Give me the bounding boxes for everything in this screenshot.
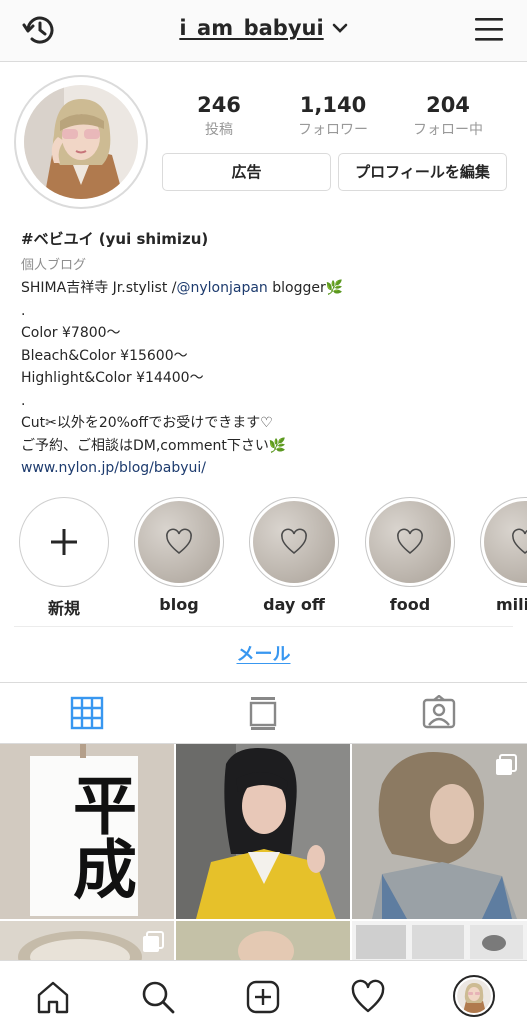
highlight-item[interactable]: day off — [248, 497, 340, 614]
multiple-photos-icon — [143, 931, 164, 952]
bio-line-2: Color ¥7800〜 — [21, 325, 121, 341]
highlight-cover — [369, 501, 451, 583]
followers-stat[interactable]: 1,140 フォロワー — [278, 93, 388, 139]
followers-label: フォロワー — [298, 122, 368, 138]
highlight-new-ring — [19, 497, 109, 587]
bio-line-1-text: SHIMA吉祥寺 Jr.stylist / — [21, 280, 177, 296]
highlight-ring — [365, 497, 455, 587]
username-title[interactable]: i_am_babyui — [179, 16, 323, 40]
hamburger-menu-icon[interactable] — [473, 13, 505, 45]
followers-count: 1,140 — [299, 93, 367, 117]
highlight-ring — [134, 497, 224, 587]
grid-post[interactable] — [352, 744, 527, 919]
post-calligraphy-text: 平成 — [62, 772, 137, 900]
heart-outline-icon — [397, 528, 423, 554]
username-switcher[interactable]: i_am_babyui — [0, 16, 527, 40]
heart-outline-icon — [166, 528, 192, 554]
profile-avatar[interactable] — [14, 75, 148, 209]
highlight-cover — [138, 501, 220, 583]
grid-post[interactable] — [352, 921, 527, 960]
tagged-person-icon[interactable] — [421, 695, 457, 731]
display-name: #ベビユイ (yui shimizu) — [21, 230, 209, 248]
bio-line-5: Cut✂以外を20%offでお受けできます♡ — [21, 415, 273, 431]
highlight-label: mili — [496, 595, 527, 614]
highlight-ring — [249, 497, 339, 587]
highlight-cover — [484, 501, 527, 583]
bio-dot-2: . — [21, 392, 26, 409]
grid-post[interactable] — [176, 921, 350, 960]
highlight-item[interactable]: blog — [133, 497, 225, 614]
email-button[interactable]: メール — [0, 640, 527, 666]
add-post-icon[interactable] — [245, 979, 281, 1015]
profile-bio: #ベビユイ (yui shimizu) 個人ブログ SHIMA吉祥寺 Jr.st… — [21, 228, 511, 480]
website-link[interactable]: www.nylon.jp/blog/babyui/ — [21, 457, 511, 480]
mention-link[interactable]: @nylonjapan — [177, 280, 268, 296]
posts-grid: 平成 — [0, 744, 527, 960]
profile-tabs — [0, 682, 527, 744]
profile-category: 個人ブログ — [21, 257, 87, 273]
bio-line-1-suffix: blogger🌿 — [267, 280, 344, 296]
highlight-item[interactable]: food — [364, 497, 456, 614]
highlight-label: day off — [263, 595, 325, 614]
grid-post[interactable]: 平成 — [0, 744, 174, 919]
heart-icon[interactable] — [350, 979, 386, 1015]
following-label: フォロー中 — [413, 122, 483, 138]
following-stat[interactable]: 204 フォロー中 — [393, 93, 503, 139]
search-icon[interactable] — [140, 979, 176, 1015]
multiple-photos-icon — [496, 754, 517, 775]
edit-profile-button[interactable]: プロフィールを編集 — [338, 153, 507, 191]
bio-line-4: Highlight&Color ¥14400〜 — [21, 370, 204, 386]
highlight-label: food — [389, 595, 431, 614]
following-count: 204 — [426, 93, 470, 117]
grid-post[interactable] — [0, 921, 174, 960]
ad-button[interactable]: 広告 — [162, 153, 331, 191]
bio-line-1: SHIMA吉祥寺 Jr.stylist /@nylonjapan blogger… — [21, 277, 511, 300]
highlight-new[interactable]: 新規 — [18, 497, 110, 619]
bio-line-3: Bleach&Color ¥15600〜 — [21, 347, 188, 364]
highlight-item[interactable]: mili — [479, 497, 527, 614]
grid-post[interactable] — [176, 744, 350, 919]
posts-count: 246 — [197, 93, 241, 117]
bio-line-6: ご予約、ご相談はDM,comment下さい🌿 — [21, 437, 287, 454]
feed-icon[interactable] — [245, 695, 281, 731]
highlight-label: blog — [159, 595, 199, 614]
bio-dot-1: . — [21, 302, 26, 319]
plus-icon — [51, 529, 77, 555]
profile-photo — [24, 85, 138, 199]
top-bar: i_am_babyui — [0, 0, 527, 62]
divider — [14, 626, 513, 627]
highlight-cover — [253, 501, 335, 583]
heart-outline-icon — [281, 528, 307, 554]
heart-outline-icon — [512, 528, 527, 554]
profile-avatar-icon[interactable] — [453, 975, 495, 1017]
home-icon[interactable] — [35, 979, 71, 1015]
grid-icon[interactable] — [69, 695, 105, 731]
posts-stat[interactable]: 246 投稿 — [164, 93, 274, 139]
chevron-down-icon[interactable] — [332, 22, 348, 34]
highlight-new-label: 新規 — [47, 599, 80, 618]
highlight-ring — [480, 497, 527, 587]
bottom-nav — [0, 960, 527, 1024]
posts-label: 投稿 — [205, 122, 233, 138]
